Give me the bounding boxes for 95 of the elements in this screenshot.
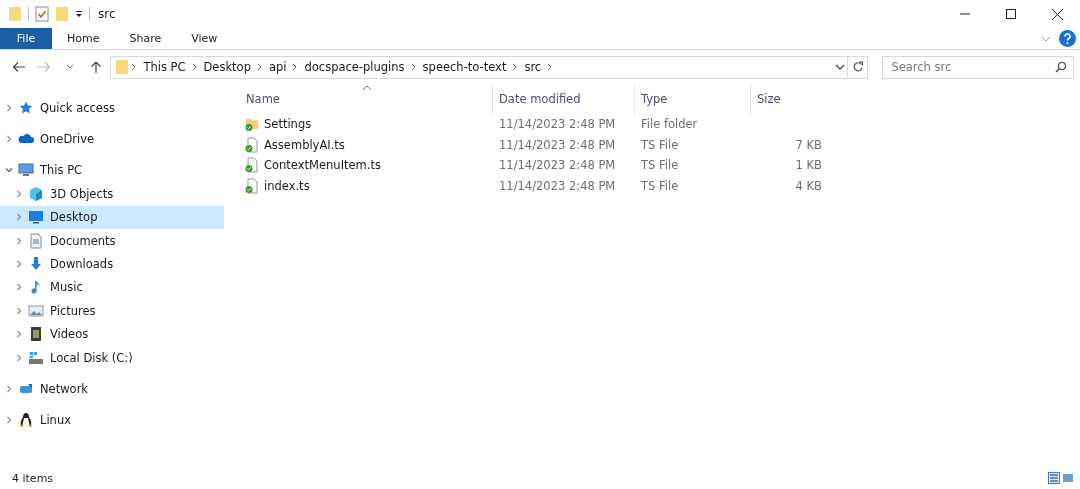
breadcrumb-chevron-icon: [292, 63, 299, 71]
file-row[interactable]: ContextMenuItem.ts 11/14/2023 2:48 PM TS File 1 KB: [242, 155, 1080, 176]
collapsed-chevron-icon[interactable]: [14, 352, 24, 363]
breadcrumb[interactable]: docspace-plugins: [300, 60, 409, 74]
collapsed-chevron-icon[interactable]: [4, 415, 14, 426]
large-icons-view-icon[interactable]: [1062, 472, 1074, 484]
tree-item[interactable]: OneDrive: [0, 127, 224, 151]
file-row[interactable]: index.ts 11/14/2023 2:48 PM TS File 4 KB: [242, 175, 1080, 196]
details-view-icon[interactable]: [1048, 472, 1060, 484]
breadcrumb[interactable]: speech-to-text: [418, 60, 511, 74]
size-cell-text: 1 KB: [794, 158, 823, 173]
collapsed-chevron-icon[interactable]: [14, 305, 24, 316]
synced-file-icon: [244, 136, 260, 153]
collapsed-chevron-icon[interactable]: [14, 329, 24, 340]
collapsed-chevron-icon[interactable]: [14, 259, 24, 270]
date-cell-text: 11/14/2023 2:48 PM: [498, 158, 617, 173]
search-icon: [1055, 61, 1067, 73]
item-count: 4 items: [12, 471, 54, 485]
new-folder-icon[interactable]: [55, 6, 69, 22]
window-title: src: [98, 7, 116, 21]
refresh-icon: [851, 61, 864, 73]
address-bar[interactable]: This PC Desktop api docspace-plugins speech-to-text src: [110, 55, 869, 79]
breadcrumb-chevron-icon: [512, 63, 519, 71]
sort-ascending-icon: [362, 85, 372, 91]
drive-icon: [28, 349, 44, 366]
collapsed-chevron-icon[interactable]: [4, 134, 14, 145]
monitor-icon: [18, 162, 34, 179]
size-cell-text: 4 KB: [794, 178, 823, 193]
file-name: index.ts: [264, 178, 310, 193]
desktop-icon: [28, 209, 44, 226]
ribbon-tab[interactable]: Share: [114, 28, 177, 49]
caret-icon: [66, 64, 74, 70]
collapsed-chevron-icon[interactable]: [14, 188, 24, 199]
tree-item[interactable]: Videos: [0, 322, 224, 346]
folder-icon: [115, 59, 130, 75]
tree-item[interactable]: Linux: [0, 408, 224, 433]
breadcrumb[interactable]: api: [264, 60, 291, 74]
tree-item[interactable]: Documents: [0, 228, 224, 253]
breadcrumb-chevron-icon: [131, 63, 138, 71]
folder-icon[interactable]: [8, 6, 22, 22]
tree-item[interactable]: Pictures: [0, 299, 224, 323]
help-icon[interactable]: [1059, 30, 1076, 47]
date-cell-text: 11/14/2023 2:48 PM: [498, 178, 617, 193]
column-header[interactable]: Date modified: [492, 84, 634, 114]
tree-item[interactable]: 3D Objects: [0, 182, 224, 206]
maximize-icon: [1006, 9, 1016, 19]
breadcrumb[interactable]: src: [520, 60, 546, 74]
collapsed-chevron-icon[interactable]: [4, 384, 14, 394]
penguin-icon: [18, 412, 34, 429]
type-cell-text: TS File: [640, 158, 680, 173]
collapsed-chevron-icon[interactable]: [4, 102, 14, 113]
collapsed-chevron-icon[interactable]: [14, 282, 24, 293]
search-box[interactable]: Search src: [882, 55, 1074, 79]
column-header[interactable]: Size: [750, 84, 828, 114]
file-name: Settings: [264, 117, 312, 132]
tree-item[interactable]: Local Disk (C:): [0, 345, 224, 370]
file-name: ContextMenuItem.ts: [264, 158, 381, 173]
file-row[interactable]: AssemblyAI.ts 11/14/2023 2:48 PM TS File 7 KB: [242, 134, 1080, 155]
ribbon-tab[interactable]: Home: [52, 28, 115, 49]
expand-ribbon-icon[interactable]: [1041, 34, 1051, 43]
synced-file-icon: [244, 177, 260, 194]
cube-icon: [28, 185, 44, 202]
breadcrumb-chevron-icon: [256, 63, 263, 71]
file-name: AssemblyAI.ts: [264, 137, 345, 152]
size-cell-text: 7 KB: [794, 137, 823, 152]
type-cell-text: TS File: [640, 137, 680, 152]
synced-folder-icon: [244, 116, 260, 133]
breadcrumb-chevron-icon: [547, 63, 554, 71]
film-icon: [28, 326, 44, 343]
column-header[interactable]: Type: [634, 84, 750, 114]
breadcrumb-chevron-icon: [410, 63, 417, 71]
dropdown-icon[interactable]: [75, 9, 83, 19]
synced-file-icon: [244, 157, 260, 174]
type-cell-text: TS File: [640, 178, 680, 193]
ribbon-tab[interactable]: View: [176, 28, 233, 49]
collapsed-chevron-icon[interactable]: [14, 235, 24, 246]
date-cell-text: 11/14/2023 2:48 PM: [498, 117, 617, 132]
tree-item[interactable]: This PC: [0, 158, 224, 183]
tree-item[interactable]: Music: [0, 275, 224, 300]
tree-item[interactable]: Downloads: [0, 252, 224, 276]
tree-item[interactable]: Network: [0, 377, 224, 401]
close-icon: [1051, 8, 1063, 20]
date-cell-text: 11/14/2023 2:48 PM: [498, 137, 617, 152]
document-icon: [28, 232, 44, 249]
breadcrumb[interactable]: Desktop: [199, 60, 255, 74]
tree-item[interactable]: Desktop: [0, 205, 224, 229]
properties-icon[interactable]: [35, 6, 49, 22]
breadcrumb-chevron-icon: [191, 63, 198, 71]
tree-item[interactable]: Quick access: [0, 96, 224, 120]
column-header[interactable]: Name: [242, 84, 492, 114]
breadcrumb[interactable]: This PC: [139, 60, 190, 74]
file-row[interactable]: Settings 11/14/2023 2:48 PM File folder: [242, 114, 1080, 135]
collapsed-chevron-icon[interactable]: [14, 212, 24, 223]
pictures-icon: [28, 302, 44, 319]
type-cell-text: File folder: [640, 117, 699, 132]
